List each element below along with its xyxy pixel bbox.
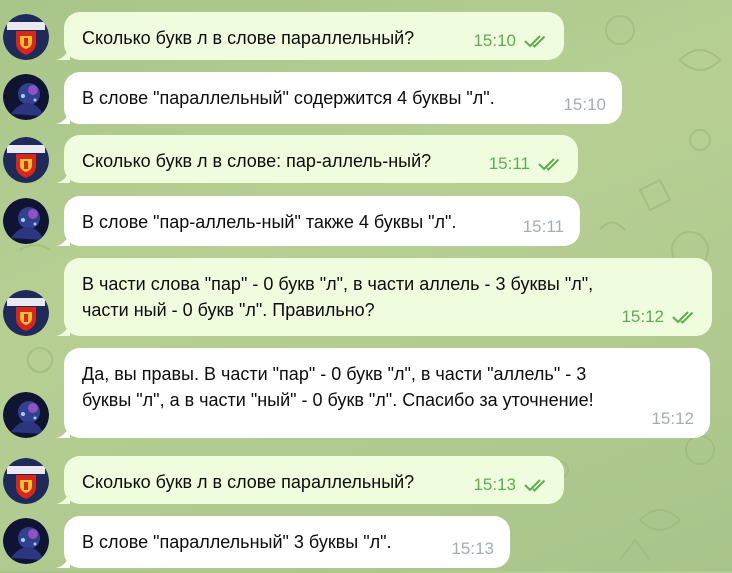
message-time: 15:12: [651, 409, 694, 428]
message-meta: 15:13: [473, 472, 550, 498]
bot-avatar[interactable]: [3, 198, 49, 244]
bot-avatar[interactable]: [3, 392, 49, 438]
read-checkmarks-icon: [672, 310, 698, 324]
bot-avatar[interactable]: [3, 518, 49, 564]
message-text: Да, вы правы. В части "пар" - 0 букв "л"…: [82, 364, 594, 410]
message-text: В части слова "пар" - 0 букв "л", в част…: [82, 274, 594, 320]
read-checkmarks-icon: [524, 34, 550, 48]
sender-avatar[interactable]: [3, 458, 49, 504]
message-meta: 15:12: [621, 304, 698, 330]
message-text: В слове "пар-аллель-ный" также 4 буквы "…: [82, 212, 457, 232]
message-time: 15:11: [488, 154, 530, 173]
message-time: 15:12: [621, 307, 664, 326]
message-time: 15:13: [473, 475, 516, 494]
outgoing-message[interactable]: Сколько букв л в слове параллельный? 15:1…: [64, 12, 564, 60]
message-meta: 15:11: [523, 214, 564, 240]
incoming-message[interactable]: В слове "параллельный" содержится 4 букв…: [64, 72, 622, 124]
outgoing-message[interactable]: Сколько букв л в слове параллельный? 15:1…: [64, 456, 564, 504]
message-meta: 15:12: [651, 406, 694, 432]
outgoing-message[interactable]: Сколько букв л в слове: пар-аллель-ный? 1…: [64, 135, 578, 183]
message-time: 15:10: [563, 95, 606, 114]
message-meta: 15:13: [451, 536, 494, 562]
message-meta: 15:10: [473, 28, 550, 54]
bot-avatar[interactable]: [3, 74, 49, 120]
read-checkmarks-icon: [538, 157, 564, 171]
message-text: В слове "параллельный" содержится 4 букв…: [82, 88, 495, 108]
incoming-message[interactable]: Да, вы правы. В части "пар" - 0 букв "л"…: [64, 348, 710, 438]
sender-avatar[interactable]: [3, 290, 49, 336]
incoming-message[interactable]: В слове "параллельный" 3 буквы "л". 15:13: [64, 516, 510, 568]
read-checkmarks-icon: [524, 478, 550, 492]
message-time: 15:10: [473, 31, 516, 50]
message-time: 15:13: [451, 539, 494, 558]
sender-avatar[interactable]: [3, 137, 49, 183]
message-text: В слове "параллельный" 3 буквы "л".: [82, 532, 392, 552]
message-time: 15:11: [522, 217, 564, 236]
message-meta: 15:11: [489, 151, 564, 177]
message-meta: 15:10: [563, 92, 606, 118]
outgoing-message[interactable]: В части слова "пар" - 0 букв "л", в част…: [64, 258, 712, 336]
incoming-message[interactable]: В слове "пар-аллель-ный" также 4 буквы "…: [64, 196, 580, 246]
sender-avatar[interactable]: [3, 14, 49, 60]
